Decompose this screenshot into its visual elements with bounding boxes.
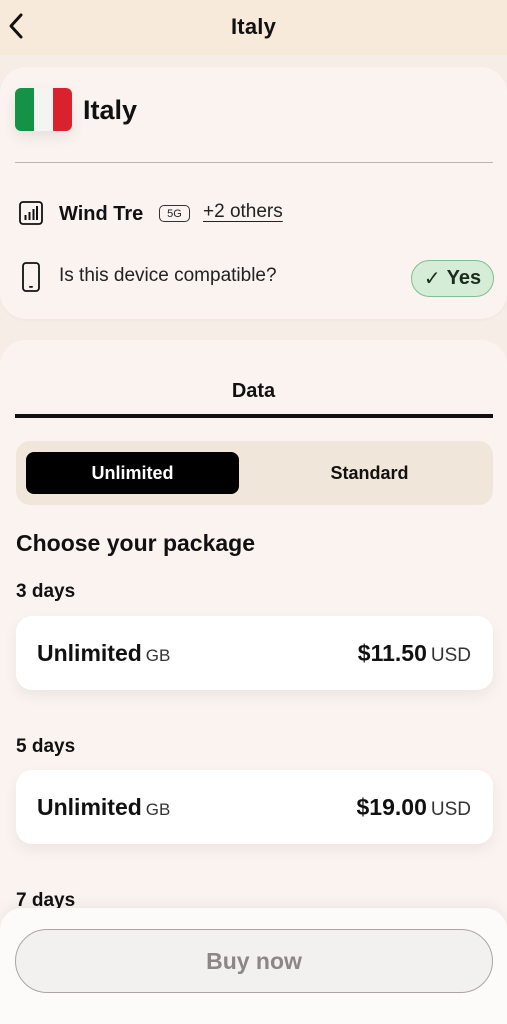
segment-unlimited[interactable]: Unlimited <box>26 452 239 494</box>
network-name: Wind Tre <box>59 203 144 225</box>
package-days-label: 5 days <box>16 736 76 757</box>
device-compat-row: Is this device compatible? ✓ Yes <box>17 260 497 297</box>
compatible-label: Yes <box>446 267 482 289</box>
network-badge: 5G <box>159 205 190 222</box>
package-amount: Unlimited GB <box>37 794 171 820</box>
segment-standard[interactable]: Standard <box>256 452 483 494</box>
tab-underline <box>15 414 493 418</box>
package-card-5-days[interactable]: Unlimited GB $19.00 USD <box>16 770 493 844</box>
network-row: Wind Tre 5G +2 others <box>17 199 497 229</box>
package-currency: USD <box>430 645 471 666</box>
divider <box>15 162 493 163</box>
package-card-3-days[interactable]: Unlimited GB $11.50 USD <box>16 616 493 690</box>
package-unit: GB <box>145 800 171 819</box>
plan-type-toggle: Unlimited Standard <box>16 441 493 505</box>
device-compat-question: Is this device compatible? <box>59 265 277 286</box>
bottom-bar: Buy now <box>0 908 507 1024</box>
package-amount: Unlimited GB <box>37 640 171 666</box>
buy-now-button[interactable]: Buy now <box>15 929 493 993</box>
signal-icon <box>19 201 43 225</box>
compatible-badge[interactable]: ✓ Yes <box>411 260 494 297</box>
package-price: $19.00 USD <box>356 794 471 820</box>
section-title: Choose your package <box>16 530 256 556</box>
tab-data[interactable]: Data <box>0 380 507 403</box>
package-days-label: 3 days <box>16 581 76 602</box>
package-price: $11.50 USD <box>357 640 471 666</box>
top-bar: Italy <box>0 0 507 55</box>
package-unit: GB <box>145 646 171 665</box>
country-card: Italy Wind Tre 5G +2 others Is this devi… <box>0 67 507 319</box>
other-networks-link[interactable]: +2 others <box>203 201 283 223</box>
italy-flag-icon <box>15 88 72 131</box>
country-name: Italy <box>83 95 138 125</box>
phone-icon <box>22 262 40 292</box>
package-currency: USD <box>430 799 471 820</box>
check-icon: ✓ <box>423 268 441 290</box>
page-title: Italy <box>230 14 277 39</box>
